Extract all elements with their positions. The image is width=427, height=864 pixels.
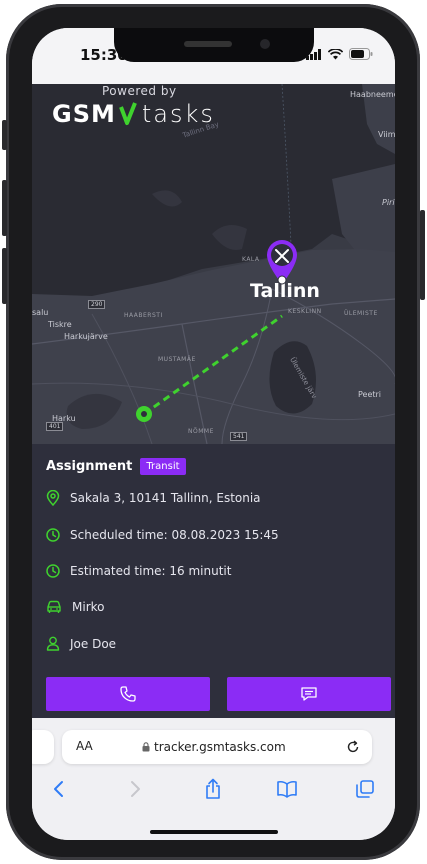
url-display[interactable]: tracker.gsmtasks.com [142,740,286,754]
previous-tab-preview[interactable] [32,730,54,764]
estimated-row: Estimated time: 16 minutit [46,564,231,578]
volume-up-button [2,180,7,236]
map-label-peetri: Peetri [358,390,382,399]
current-location-icon[interactable] [134,404,154,424]
signal-icon [306,48,321,60]
browser-toolbar [32,774,395,804]
reader-mode-button[interactable]: AA [76,739,93,753]
message-button[interactable] [227,677,391,711]
share-button[interactable] [198,774,228,804]
powered-by-text: Powered by [102,84,177,98]
map-label-haabneeme: Haabneeme [350,90,395,99]
url-text: tracker.gsmtasks.com [154,740,286,754]
status-badge: Transit [140,458,186,475]
wifi-icon [328,48,343,59]
road-label-haabersti: HAABERSTI [124,312,163,319]
assignment-title: Assignment [46,459,133,474]
chevron-left-icon [54,781,63,797]
tabs-icon [356,780,374,798]
address-row: Sakala 3, 10141 Tallinn, Estonia [46,490,261,506]
map-label-viimsi: Viim [378,130,395,139]
address-text: Sakala 3, 10141 Tallinn, Estonia [70,491,261,505]
assignment-sheet: Assignment Transit Sakala 3, 10141 Talli… [32,444,395,718]
user-icon [46,636,60,651]
gsmtasks-logo: GSM tasks [52,100,215,128]
address-bar[interactable]: AA tracker.gsmtasks.com [62,730,372,764]
phone-icon [120,686,136,702]
tabs-button[interactable] [350,774,380,804]
vehicle-row: Mirko [46,600,104,614]
map-background [32,84,395,444]
map-label-saku: salu [32,308,49,317]
share-icon [206,778,220,799]
scheduled-time-text: Scheduled time: 08.08.2023 15:45 [70,528,279,542]
back-button[interactable] [44,774,74,804]
browser-chrome: AA tracker.gsmtasks.com [32,718,395,840]
vehicle-text: Mirko [72,600,105,614]
road-badge-541: 541 [230,432,248,441]
call-button[interactable] [46,677,210,711]
road-label-kalamaja: KALA [242,256,260,263]
power-button [420,210,425,300]
lock-icon [142,742,150,752]
forward-button[interactable] [120,774,150,804]
assignment-header: Assignment Transit [46,458,186,475]
book-icon [277,780,297,798]
message-icon [301,687,317,701]
reload-icon[interactable] [346,740,360,754]
road-badge-290: 290 [88,300,106,309]
road-badge-401: 401 [46,422,64,431]
bookmarks-button[interactable] [272,774,302,804]
map-label-harkujarve: Harkujärve [64,332,108,341]
scheduled-row: Scheduled time: 08.08.2023 15:45 [46,528,279,542]
side-button [2,120,7,150]
map-label-pirita: Piri [382,198,395,207]
status-icons [306,48,373,60]
car-icon [47,600,61,613]
clock-icon [46,528,60,542]
home-indicator[interactable] [150,830,278,834]
notch [114,28,314,62]
estimated-time-text: Estimated time: 16 minutit [70,564,232,578]
road-label-ulemiste: ÜLEMISTE [344,310,378,317]
front-camera [260,39,270,49]
clock-icon [46,564,60,578]
chevron-right-icon [131,781,140,797]
destination-pin-icon[interactable] [264,238,300,286]
location-pin-icon [46,490,60,506]
battery-icon [349,48,373,60]
contact-text: Joe Doe [70,636,117,651]
road-label-mustamae: MUSTAMÄE [158,356,196,363]
phone-screen: 15:30 Powered by GSM tasks Haabneeme Vii… [32,28,395,840]
status-bar: 15:30 [32,28,395,84]
road-label-kesklinn: KESKLINN [288,308,322,315]
speaker [184,41,232,47]
map-label-tiskre: Tiskre [48,320,72,329]
logo-check-icon [119,102,137,125]
logo-gsm: GSM [52,100,116,128]
map-view[interactable]: Powered by GSM tasks Haabneeme Viim Piri… [32,84,395,444]
contact-row: Joe Doe [46,636,116,651]
road-label-nomme: NÕMME [188,428,214,435]
volume-down-button [2,248,7,304]
